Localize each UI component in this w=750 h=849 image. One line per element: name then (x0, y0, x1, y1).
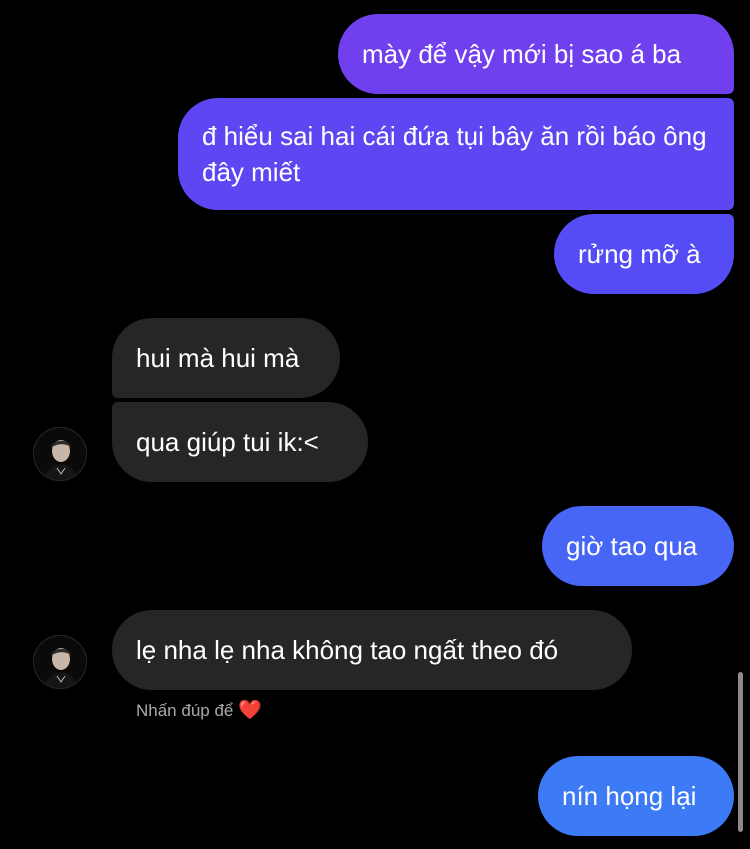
avatar-image (34, 428, 86, 480)
message-text: nín họng lại (562, 781, 697, 811)
contact-avatar[interactable] (33, 427, 87, 481)
message-text: giờ tao qua (566, 531, 698, 561)
message-bubble-incoming[interactable]: qua giúp tui ik:< (112, 402, 368, 482)
avatar-image (34, 636, 86, 688)
message-text: hui mà hui mà (136, 343, 300, 373)
message-text: qua giúp tui ik:< (136, 427, 319, 457)
message-text: mày để vậy mới bị sao á ba (362, 39, 682, 69)
message-bubble-incoming[interactable]: lẹ nha lẹ nha không tao ngất theo đó (112, 610, 632, 690)
message-text: đ hiểu sai hai cái đứa tụi bây ăn rồi bá… (202, 121, 707, 187)
contact-avatar[interactable] (33, 635, 87, 689)
hint-text: Nhấn đúp để (136, 701, 234, 720)
message-bubble-incoming[interactable]: hui mà hui mà (112, 318, 340, 398)
message-text: lẹ nha lẹ nha không tao ngất theo đó (136, 635, 559, 665)
heart-icon[interactable]: ❤️ (238, 699, 262, 721)
message-bubble-outgoing[interactable]: nín họng lại (538, 756, 734, 836)
message-text: rửng mỡ à (578, 239, 701, 269)
message-bubble-outgoing[interactable]: rửng mỡ à (554, 214, 734, 294)
message-bubble-outgoing[interactable]: giờ tao qua (542, 506, 734, 586)
double-tap-hint: Nhấn đúp để ❤️ (136, 699, 262, 722)
message-bubble-outgoing[interactable]: đ hiểu sai hai cái đứa tụi bây ăn rồi bá… (178, 98, 734, 210)
scrollbar[interactable] (738, 672, 743, 832)
message-bubble-outgoing[interactable]: mày để vậy mới bị sao á ba (338, 14, 734, 94)
